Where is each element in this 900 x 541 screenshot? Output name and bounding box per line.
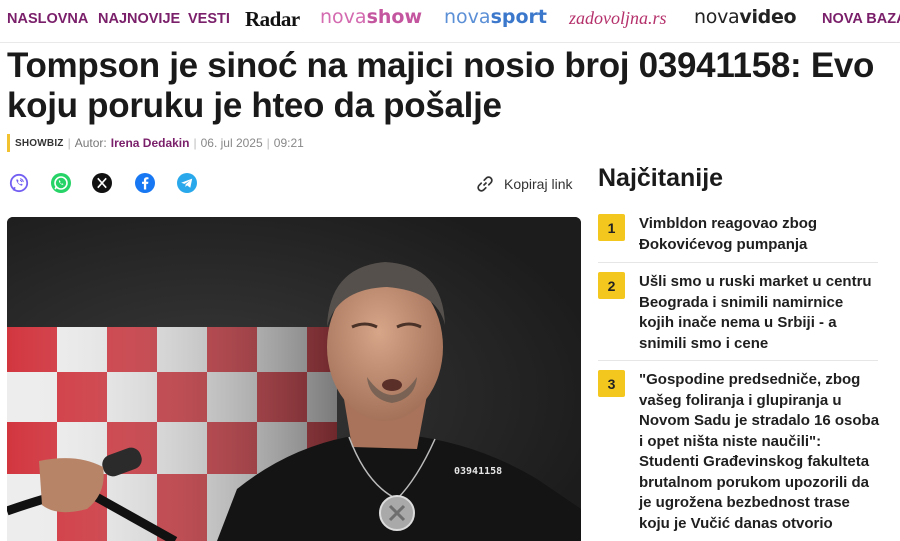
article-title: Tompson je sinoć na majici nosio broj 03… xyxy=(7,46,875,125)
nav-brand-novashow[interactable]: novashow xyxy=(320,8,422,27)
category-link[interactable]: SHOWBIZ xyxy=(15,138,64,149)
nav-item-vesti[interactable]: VESTI xyxy=(188,11,230,27)
most-read-item-title[interactable]: "Gospodine predsedniče, zbog vašeg folir… xyxy=(639,370,880,534)
article-byline: SHOWBIZ | Autor: Irena Dedakin | 06. jul… xyxy=(7,134,304,152)
rank-badge: 3 xyxy=(598,370,625,397)
rank-badge: 2 xyxy=(598,272,625,299)
telegram-icon[interactable] xyxy=(176,172,198,194)
brand-suffix: video xyxy=(739,6,797,28)
most-read-item-title[interactable]: Vimbldon reagovao zbog Đokovićevog pumpa… xyxy=(639,214,880,255)
byline-separator: | xyxy=(67,136,71,150)
top-navigation: NASLOVNA NAJNOVIJE VESTI Radar novashow … xyxy=(0,0,900,42)
rank-badge: 1 xyxy=(598,214,625,241)
publish-time: 09:21 xyxy=(273,136,304,150)
nav-brand-radar[interactable]: Radar xyxy=(245,9,300,30)
nav-brand-novavideo[interactable]: novavideo xyxy=(694,6,797,28)
nav-brand-zadovoljna[interactable]: zadovoljna.rs xyxy=(569,9,667,27)
category-marker xyxy=(7,134,10,152)
brand-suffix: show xyxy=(366,6,423,28)
nav-divider xyxy=(0,42,900,43)
nav-brand-novasport[interactable]: novasport xyxy=(444,8,547,27)
nav-item-nova-baza[interactable]: NOVA BAZA xyxy=(822,11,900,27)
most-read-item[interactable]: 3 "Gospodine predsedniče, zbog vašeg fol… xyxy=(598,370,880,534)
most-read-item[interactable]: 2 Ušli smo u ruski market u centru Beogr… xyxy=(598,272,880,354)
sidebar-title: Najčitanije xyxy=(598,164,724,192)
author-label: Autor: xyxy=(74,136,107,150)
nav-item-naslovna[interactable]: NASLOVNA xyxy=(7,11,88,27)
brand-prefix: nova xyxy=(694,6,740,28)
shirt-number: 03941158 xyxy=(454,466,502,477)
whatsapp-icon[interactable] xyxy=(50,172,72,194)
item-divider xyxy=(598,360,878,361)
most-read-sidebar: Najčitanije xyxy=(598,160,880,193)
brand-prefix: nova xyxy=(444,6,491,28)
article-photo: 03941158 xyxy=(7,217,581,541)
brand-prefix: nova xyxy=(320,6,367,28)
nav-item-najnovije[interactable]: NAJNOVIJE xyxy=(98,11,180,27)
byline-separator: | xyxy=(266,136,270,150)
item-divider xyxy=(598,262,878,263)
most-read-item-title[interactable]: Ušli smo u ruski market u centru Beograd… xyxy=(639,272,880,354)
x-icon[interactable] xyxy=(91,172,113,194)
publish-date: 06. jul 2025 xyxy=(200,136,263,150)
brand-suffix: sport xyxy=(490,6,547,28)
viber-icon[interactable] xyxy=(8,172,30,194)
most-read-item[interactable]: 1 Vimbldon reagovao zbog Đokovićevog pum… xyxy=(598,214,880,255)
link-icon xyxy=(477,176,493,192)
byline-separator: | xyxy=(193,136,197,150)
copy-link-button[interactable]: Kopiraj link xyxy=(474,172,572,196)
author-link[interactable]: Irena Dedakin xyxy=(111,136,190,150)
facebook-icon[interactable] xyxy=(134,172,156,194)
copy-link-label: Kopiraj link xyxy=(504,176,573,192)
